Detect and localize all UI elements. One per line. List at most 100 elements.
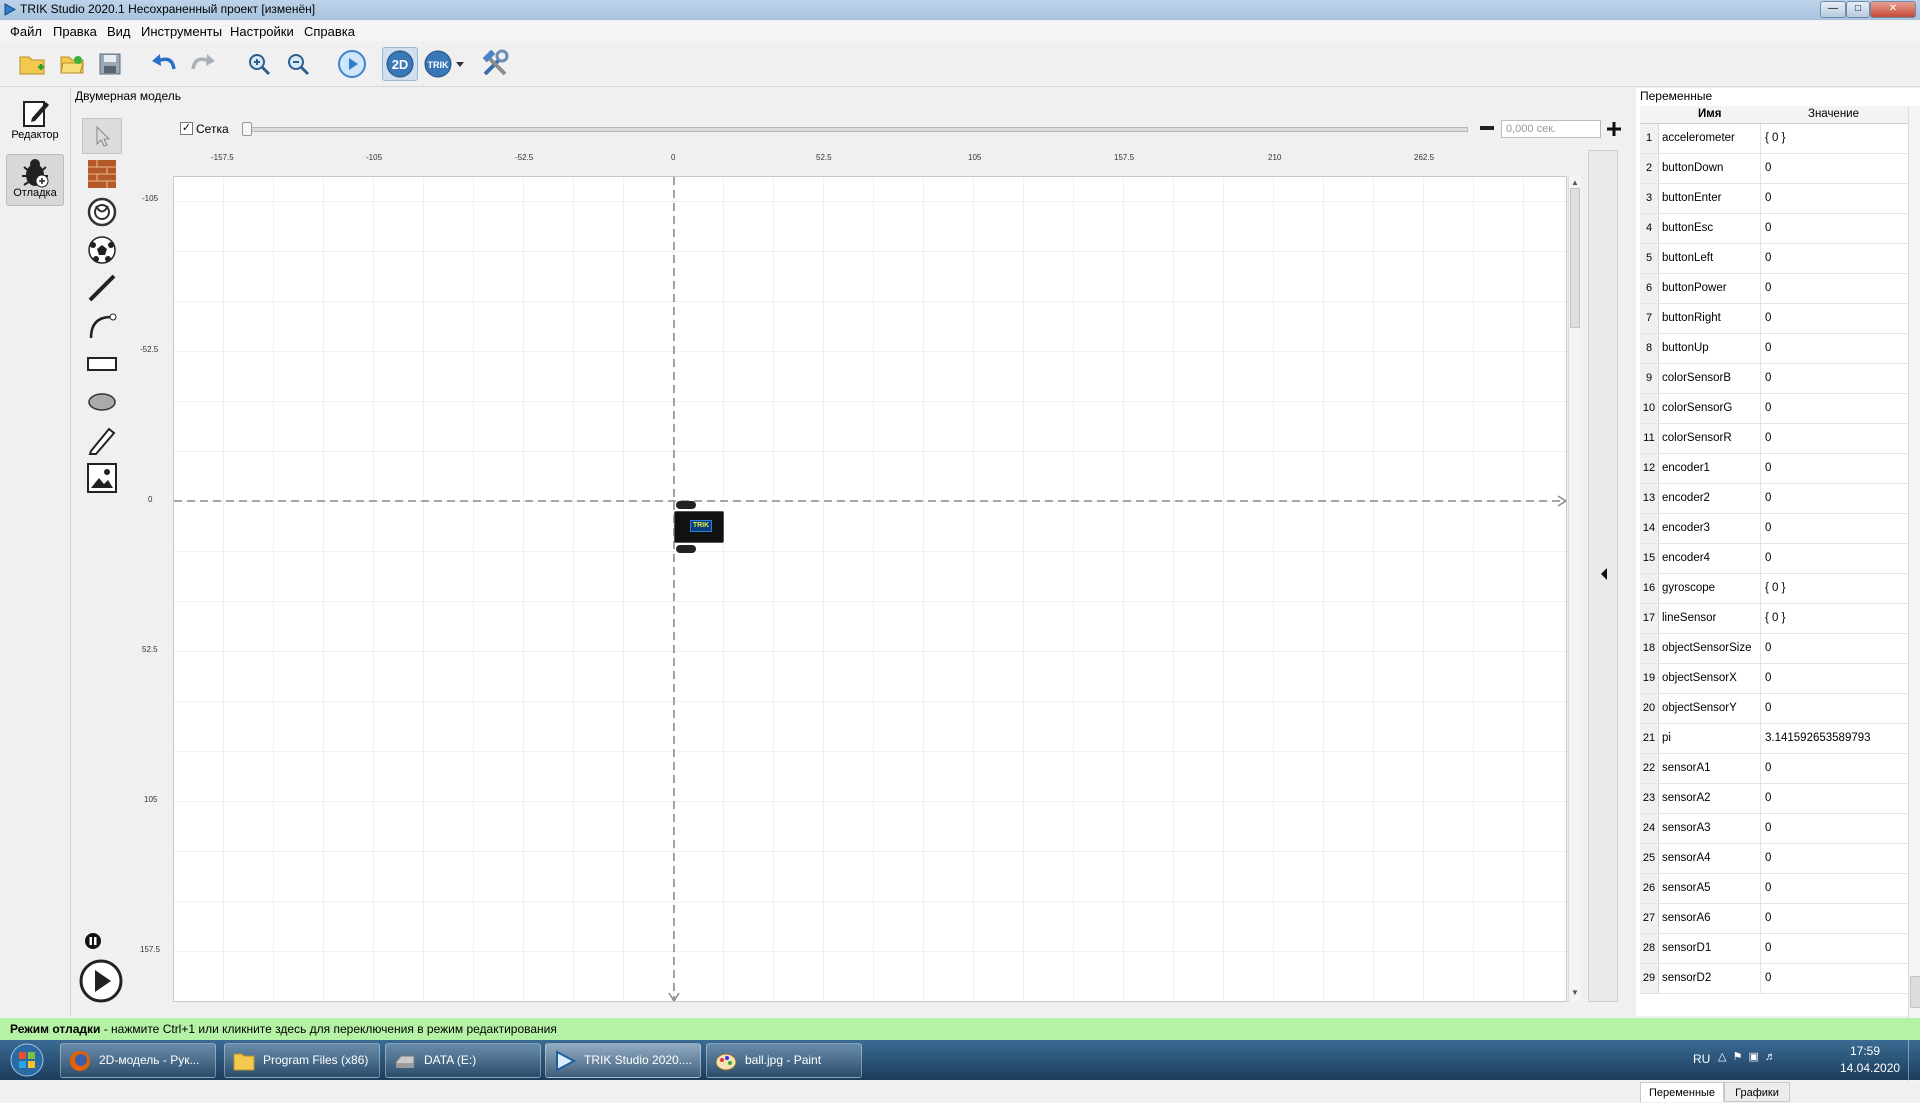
variable-row[interactable]: 24 sensorA3 0 [1640,814,1908,844]
variable-row[interactable]: 6 buttonPower 0 [1640,274,1908,304]
variable-value[interactable]: 0 [1760,154,1908,183]
variable-value[interactable]: { 0 } [1760,124,1908,153]
editor-mode-button[interactable]: Редактор [6,96,64,148]
variable-value[interactable]: 0 [1760,244,1908,273]
skittle-tool[interactable] [82,194,122,230]
variables-scrollbar-thumb[interactable] [1910,976,1920,1008]
variable-value[interactable]: 0 [1760,514,1908,543]
scene-vertical-scrollbar[interactable]: ▲ ▼ [1568,176,1581,1002]
trik-robot[interactable]: TRIK [674,501,724,553]
variable-row[interactable]: 1 accelerometer { 0 } [1640,124,1908,154]
variable-row[interactable]: 25 sensorA4 0 [1640,844,1908,874]
robot-selector-button[interactable]: TRIK [423,48,465,80]
variable-value[interactable]: 0 [1760,634,1908,663]
curve-tool[interactable] [82,308,122,344]
2d-model-button[interactable]: 2D [382,47,418,81]
save-button[interactable] [94,48,126,80]
undo-button[interactable] [148,48,180,80]
variable-value[interactable]: 0 [1760,454,1908,483]
variable-row[interactable]: 2 buttonDown 0 [1640,154,1908,184]
variable-row[interactable]: 4 buttonEsc 0 [1640,214,1908,244]
variables-scrollbar[interactable] [1908,106,1920,1082]
ellipse-tool[interactable] [82,384,122,420]
variable-value[interactable]: 0 [1760,544,1908,573]
variable-row[interactable]: 3 buttonEnter 0 [1640,184,1908,214]
variable-value[interactable]: 0 [1760,814,1908,843]
scene-canvas[interactable]: TRIK [173,176,1567,1002]
variable-row[interactable]: 12 encoder1 0 [1640,454,1908,484]
pause-button[interactable] [84,932,102,950]
zoom-out-button[interactable] [282,48,314,80]
show-desktop-button[interactable] [1908,1040,1920,1080]
tab-graphs[interactable]: Графики [1724,1082,1790,1102]
column-value-header[interactable]: Значение [1808,108,1859,120]
variable-value[interactable]: 0 [1760,184,1908,213]
variable-value[interactable]: 0 [1760,694,1908,723]
minimize-button[interactable]: — [1820,1,1846,18]
scrollbar-thumb[interactable] [1570,188,1580,328]
menu-view[interactable]: Вид [107,24,131,39]
variable-row[interactable]: 18 objectSensorSize 0 [1640,634,1908,664]
tools-button[interactable] [479,48,511,80]
clock-date[interactable]: 14.04.2020 [1840,1061,1900,1075]
variable-row[interactable]: 16 gyroscope { 0 } [1640,574,1908,604]
variable-value[interactable]: 0 [1760,964,1908,993]
variable-row[interactable]: 29 sensorD2 0 [1640,964,1908,994]
variable-row[interactable]: 20 objectSensorY 0 [1640,694,1908,724]
taskbar-item-explorer[interactable]: Program Files (x86) [224,1043,380,1078]
tab-variables[interactable]: Переменные [1640,1082,1724,1102]
rectangle-tool[interactable] [82,346,122,382]
variable-row[interactable]: 28 sensorD1 0 [1640,934,1908,964]
column-name-header[interactable]: Имя [1698,108,1721,120]
variable-row[interactable]: 17 lineSensor { 0 } [1640,604,1908,634]
variable-value[interactable]: 0 [1760,784,1908,813]
variable-value[interactable]: 0 [1760,484,1908,513]
variable-row[interactable]: 19 objectSensorX 0 [1640,664,1908,694]
variable-row[interactable]: 8 buttonUp 0 [1640,334,1908,364]
maximize-button[interactable]: □ [1846,1,1870,18]
variable-value[interactable]: { 0 } [1760,604,1908,633]
wall-tool[interactable] [82,156,122,192]
variable-row[interactable]: 15 encoder4 0 [1640,544,1908,574]
scroll-down-arrow[interactable]: ▼ [1571,988,1579,997]
taskbar-item-drive[interactable]: DATA (E:) [385,1043,541,1078]
menu-edit[interactable]: Правка [53,24,97,39]
taskbar-item-browser[interactable]: 2D-модель - Рук... [60,1043,216,1078]
image-tool[interactable] [82,460,122,496]
variable-row[interactable]: 9 colorSensorB 0 [1640,364,1908,394]
menu-help[interactable]: Справка [304,24,355,39]
line-tool[interactable] [82,270,122,306]
run-button[interactable] [336,48,368,80]
zoom-in-button[interactable] [243,48,275,80]
zoom-in-scene-button[interactable] [1606,121,1622,137]
variable-value[interactable]: 0 [1760,934,1908,963]
variable-value[interactable]: 0 [1760,754,1908,783]
variable-row[interactable]: 22 sensorA1 0 [1640,754,1908,784]
redo-button[interactable] [187,48,219,80]
language-indicator[interactable]: RU [1693,1052,1710,1066]
variable-row[interactable]: 27 sensorA6 0 [1640,904,1908,934]
clock-time[interactable]: 17:59 [1850,1044,1880,1058]
new-project-button[interactable] [16,48,48,80]
variable-row[interactable]: 13 encoder2 0 [1640,484,1908,514]
start-button[interactable] [4,1042,50,1078]
speed-slider-handle[interactable] [242,122,252,136]
variable-value[interactable]: 0 [1760,664,1908,693]
menu-file[interactable]: Файл [10,24,42,39]
variable-value[interactable]: 0 [1760,214,1908,243]
scroll-up-arrow[interactable]: ▲ [1571,178,1579,187]
pencil-tool[interactable] [82,422,122,458]
start-simulation-button[interactable] [78,958,124,1004]
variable-value[interactable]: 0 [1760,304,1908,333]
variable-row[interactable]: 23 sensorA2 0 [1640,784,1908,814]
variable-value[interactable]: 0 [1760,844,1908,873]
status-bar[interactable]: Режим отладки - нажмите Ctrl+1 или кликн… [0,1018,1920,1040]
variable-value[interactable]: 0 [1760,364,1908,393]
variable-value[interactable]: 0 [1760,904,1908,933]
variable-row[interactable]: 11 colorSensorR 0 [1640,424,1908,454]
variable-value[interactable]: 0 [1760,334,1908,363]
open-project-button[interactable] [56,48,88,80]
variable-value[interactable]: 0 [1760,874,1908,903]
panel-collapse-strip[interactable] [1588,150,1618,1002]
speed-slider[interactable] [242,127,1468,132]
